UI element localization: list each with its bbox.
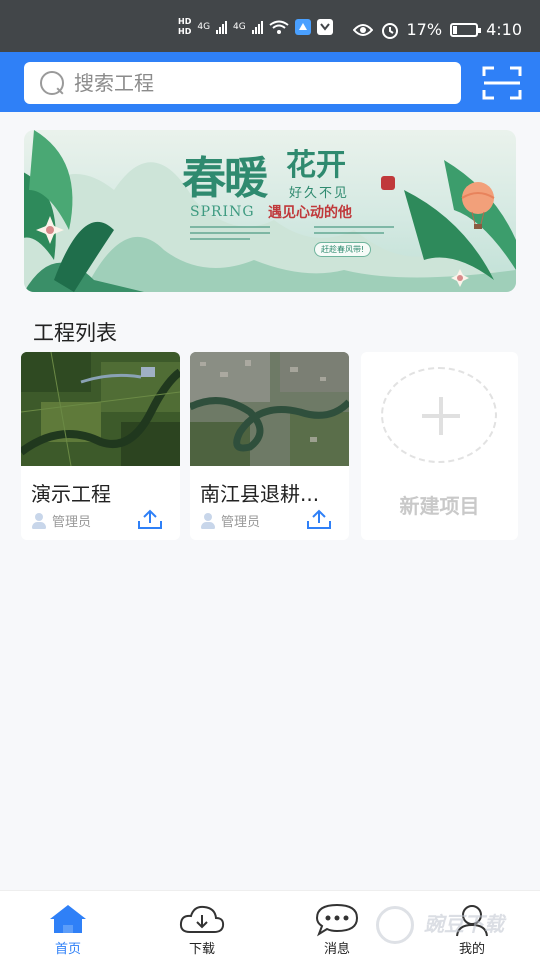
app-notification-icon: [294, 19, 311, 35]
alarm-icon: [381, 22, 398, 39]
signal-icon: [216, 20, 228, 34]
project-thumbnail: [21, 352, 180, 466]
wifi-icon: [269, 20, 289, 34]
eye-icon: [352, 23, 373, 36]
new-project-card[interactable]: 新建项目: [361, 352, 518, 540]
tab-home[interactable]: 首页: [18, 891, 118, 960]
tab-download[interactable]: 下载: [152, 891, 252, 960]
search-box[interactable]: [24, 62, 461, 104]
system-indicators: 17% 4:10: [352, 20, 522, 39]
tab-label: 下载: [188, 942, 215, 957]
banner-slogan: 遇见心动的他: [268, 205, 352, 221]
banner-title-secondary: 花开: [286, 148, 346, 183]
clock: 4:10: [486, 20, 522, 39]
user-icon: [200, 512, 216, 529]
network-type-2: 4G: [233, 22, 246, 32]
search-icon: [38, 69, 66, 97]
hd-indicators: HD HD: [178, 18, 191, 36]
section-title: 工程列表: [33, 321, 117, 345]
banner-title: 春暖: [182, 153, 268, 204]
tab-label: 消息: [323, 942, 350, 957]
top-bar: [0, 52, 540, 112]
hd-label-2: HD: [178, 27, 192, 36]
home-icon: [50, 905, 86, 933]
status-bar: HD HD 4G 4G 17% 4:10: [0, 0, 540, 52]
upload-icon[interactable]: [306, 508, 332, 530]
project-name: 演示工程: [31, 482, 111, 506]
banner-spring-text: SPRING: [190, 204, 255, 220]
watermark-logo: [376, 906, 414, 944]
project-owner: 管理员: [200, 511, 260, 530]
battery-percent: 17%: [406, 20, 443, 39]
scan-icon[interactable]: [482, 66, 522, 100]
plus-icon: [381, 367, 497, 463]
banner-button[interactable]: 赶趁春风带!: [314, 242, 372, 257]
promo-banner[interactable]: 春暖 花开 好久不见 SPRING 遇见心动的他 赶趁春风带!: [24, 130, 516, 292]
signal-icon-2: [251, 20, 263, 34]
project-card[interactable]: 南江县退耕... 管理员: [190, 352, 349, 540]
hd-label-1: HD: [178, 17, 192, 26]
upload-icon[interactable]: [137, 508, 163, 530]
tab-label: 我的: [458, 942, 485, 957]
new-project-label: 新建项目: [399, 494, 480, 518]
signal-indicators: HD HD 4G 4G: [178, 18, 333, 36]
owner-name: 管理员: [52, 515, 92, 530]
project-name: 南江县退耕...: [200, 482, 320, 506]
watermark-text: 豌豆下载: [424, 912, 504, 936]
banner-tagline: 好久不见: [289, 186, 350, 201]
tab-label: 首页: [54, 942, 81, 957]
owner-name: 管理员: [221, 515, 261, 530]
project-card[interactable]: 演示工程 管理员: [21, 352, 180, 540]
search-input[interactable]: [74, 71, 434, 95]
user-icon: [31, 512, 47, 529]
message-icon: [315, 903, 359, 937]
app-notification-icon-2: [316, 19, 333, 35]
network-type-1: 4G: [197, 22, 211, 32]
cloud-download-icon: [179, 905, 225, 933]
battery-icon: [450, 22, 482, 37]
banner-seal: [381, 176, 395, 190]
project-thumbnail: [190, 352, 349, 466]
project-owner: 管理员: [31, 511, 91, 530]
tab-messages[interactable]: 消息: [287, 891, 387, 960]
